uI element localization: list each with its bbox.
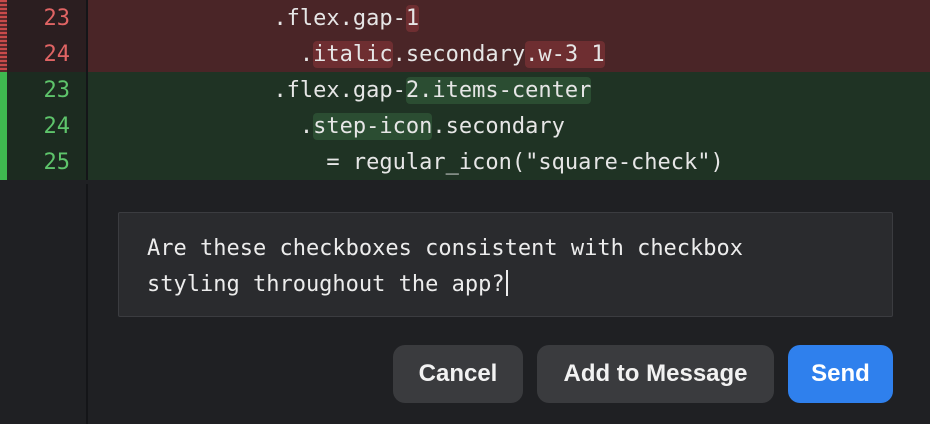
code-token: .flex.gap-	[273, 5, 406, 31]
code-token-highlight: step-icon	[313, 112, 433, 140]
diff-line-added: 25 = regular_icon("square-check")	[0, 144, 930, 180]
code-token-highlight: 2.items-center	[405, 76, 592, 104]
add-to-message-button[interactable]: Add to Message	[537, 345, 774, 403]
gutter-strip	[0, 184, 88, 424]
added-marker	[0, 144, 7, 180]
comment-text: Are these checkboxes consistent with che…	[147, 236, 744, 297]
line-gutter: 25	[0, 144, 88, 180]
code-token: .	[299, 41, 314, 67]
code-token: .flex.gap-	[273, 77, 406, 103]
code-token: .secondary	[432, 113, 565, 139]
send-button[interactable]: Send	[788, 345, 893, 403]
diff-view: 23 .flex.gap- 1 24 . italic .secondary .w-3 …	[0, 0, 930, 184]
comment-textarea[interactable]: Are these checkboxes consistent with che…	[118, 212, 893, 317]
diff-line-removed: 24 . italic .secondary .w-3 1	[0, 36, 930, 72]
removed-marker	[0, 0, 7, 36]
diff-line-added: 24 . step-icon .secondary	[0, 108, 930, 144]
added-marker	[0, 108, 7, 144]
code-token: = regular_icon("square-check")	[326, 149, 724, 175]
code-token: .	[299, 113, 314, 139]
code-token-highlight: .w-3 1	[525, 40, 605, 68]
line-number: 24	[43, 41, 71, 67]
diff-line-added: 23 .flex.gap- 2.items-center	[0, 72, 930, 108]
code-line: .flex.gap- 1	[88, 0, 930, 36]
cancel-button[interactable]: Cancel	[393, 345, 523, 403]
code-line: . step-icon .secondary	[88, 108, 930, 144]
inline-comment-panel: 23 .flex.gap- 1 24 . italic .secondary .w-3 …	[0, 0, 930, 424]
line-number: 23	[43, 77, 71, 103]
line-gutter: 23	[0, 72, 88, 108]
line-number: 24	[43, 113, 71, 139]
code-token: .secondary	[392, 41, 526, 67]
code-token-highlight: italic	[313, 40, 393, 68]
line-gutter: 24	[0, 36, 88, 72]
code-line: = regular_icon("square-check")	[88, 144, 930, 180]
code-line: .flex.gap- 2.items-center	[88, 72, 930, 108]
line-number: 23	[43, 5, 71, 31]
line-gutter: 23	[0, 0, 88, 36]
line-number: 25	[43, 149, 71, 175]
code-token-highlight: 1	[405, 4, 420, 32]
line-gutter: 24	[0, 108, 88, 144]
added-marker	[0, 72, 7, 108]
removed-marker	[0, 36, 7, 72]
code-line: . italic .secondary .w-3 1	[88, 36, 930, 72]
text-caret	[505, 270, 508, 296]
diff-line-removed: 23 .flex.gap- 1	[0, 0, 930, 36]
